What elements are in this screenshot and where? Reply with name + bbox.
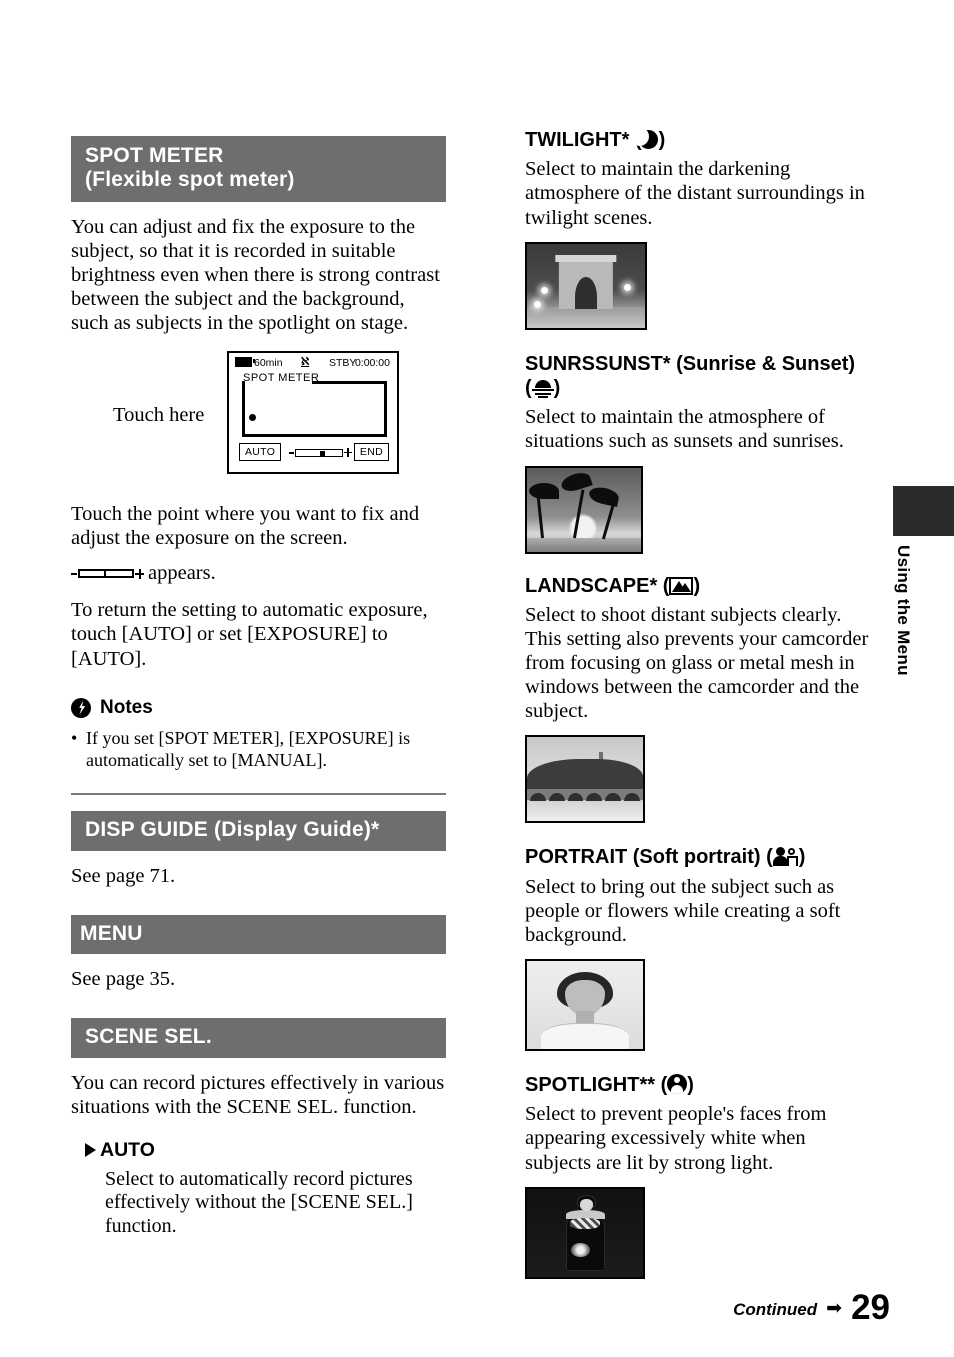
portrait-description: Select to bring out the subject such as … — [525, 875, 841, 946]
note-list-item: • If you set [SPOT METER], [EXPOSURE] is… — [71, 728, 446, 772]
spot-meter-heading-line2: (Flexible spot meter) — [85, 168, 295, 192]
section-header-menu: MENU — [71, 914, 446, 955]
auto-option-label: AUTO — [100, 1138, 155, 1161]
scene-entry-portrait: PORTRAIT (Soft portrait) () Select to br… — [525, 845, 870, 1051]
section-header-disp-guide: DISP GUIDE (Display Guide)* — [71, 811, 446, 851]
spotlight-description: Select to prevent people's faces from ap… — [525, 1103, 827, 1174]
appears-line: appears. — [71, 561, 446, 585]
touch-here-label: Touch here — [113, 404, 205, 427]
spot-meter-heading-line1: SPOT METER — [85, 144, 224, 167]
spotlight-title-text: SPOTLIGHT** ( — [525, 1073, 668, 1096]
scene-entry-spotlight: SPOTLIGHT** () Select to prevent people'… — [525, 1073, 870, 1279]
touch-point-dot — [249, 414, 256, 422]
section-header-scene-sel: SCENE SEL. — [71, 1018, 446, 1058]
spotlight-title: SPOTLIGHT** () — [525, 1073, 870, 1097]
spotlight-photo — [525, 1186, 645, 1279]
spot-meter-diagram: Touch here 60min ℵ STBY 0:00:00 SPOT MET… — [71, 351, 446, 491]
slider-track — [295, 449, 343, 458]
portrait-title-text: PORTRAIT (Soft portrait) ( — [525, 846, 773, 869]
horizontal-rule — [71, 793, 446, 796]
portrait-title-close: ) — [798, 846, 806, 869]
battery-time: 60min — [254, 357, 283, 370]
sunrise-sunset-title-open: ( — [525, 377, 532, 400]
spotlight-title-close: ) — [687, 1073, 694, 1096]
lcd-mode-label: SPOT METER — [243, 372, 320, 385]
bullet-icon: • — [71, 727, 78, 748]
moon-icon — [629, 127, 659, 149]
arrow-right-icon: ➡ — [826, 1298, 843, 1319]
menu-body: See page 35. — [71, 968, 176, 991]
scene-entry-twilight: TWILIGHT* () Select to maintain the dark… — [525, 127, 870, 330]
record-status: STBY — [329, 357, 357, 370]
landscape-title: LANDSCAPE* () — [525, 574, 870, 598]
sunrise-sunset-photo — [525, 465, 643, 554]
note-text: If you set [SPOT METER], [EXPOSURE] is a… — [86, 727, 411, 770]
exposure-slider-icon — [289, 448, 352, 459]
flash-bolt-icon — [71, 697, 91, 718]
lcd-end-button[interactable]: END — [353, 443, 389, 462]
auto-option-title: AUTO — [85, 1139, 446, 1162]
scene-sel-body: You can record pictures effectively in v… — [71, 1071, 445, 1118]
manual-page: SPOT METER (Flexible spot meter) You can… — [0, 0, 954, 1357]
sunrise-sunset-title: SUNRSSUNST* (Sunrise & Sunset) () — [525, 352, 870, 401]
lcd-auto-button[interactable]: AUTO — [239, 443, 282, 462]
twilight-photo — [525, 241, 647, 330]
landscape-photo — [525, 735, 645, 824]
sunrise-sunset-title-text: SUNRSSUNST* (Sunrise & Sunset) — [525, 352, 856, 375]
side-tab-block — [893, 486, 954, 536]
lcd-button-bar: AUTO END — [229, 442, 397, 468]
triangle-marker-icon — [85, 1143, 96, 1158]
landscape-title-text: LANDSCAPE* ( — [525, 574, 670, 597]
landscape-description: Select to shoot distant subjects clearly… — [525, 603, 869, 723]
scene-entry-sunrise-sunset: SUNRSSUNST* (Sunrise & Sunset) () Select… — [525, 352, 870, 554]
slider-thumb — [320, 450, 325, 456]
timecode: 0:00:00 — [354, 357, 390, 370]
section-header-spot-meter: SPOT METER (Flexible spot meter) — [71, 136, 446, 202]
disp-guide-body: See page 71. — [71, 864, 176, 887]
auto-option-body: Select to automatically record pictures … — [105, 1167, 413, 1237]
sunrise-sunset-title-close: ) — [553, 377, 561, 400]
page-number: 29 — [851, 1288, 890, 1327]
twilight-description: Select to maintain the darkening atmosph… — [525, 158, 865, 229]
lcd-frame-bottom — [242, 434, 387, 438]
scene-sel-auto-item: AUTO Select to automatically record pict… — [71, 1139, 446, 1239]
left-column: SPOT METER (Flexible spot meter) You can… — [71, 136, 446, 1238]
twilight-title-close: ) — [658, 129, 666, 151]
sunrise-sunset-description: Select to maintain the atmosphere of sit… — [525, 406, 844, 453]
portrait-title: PORTRAIT (Soft portrait) () — [525, 845, 870, 869]
menu-heading: MENU — [80, 921, 143, 945]
lcd-frame-top — [312, 381, 387, 385]
side-tab-label: Using the Menu — [894, 545, 913, 676]
lcd-screen-mockup: 60min ℵ STBY 0:00:00 SPOT METER AUTO END — [227, 351, 399, 475]
notes-heading: Notes — [71, 697, 446, 719]
twilight-title: TWILIGHT* () — [525, 127, 870, 152]
continued-label: Continued — [733, 1300, 818, 1319]
right-column: TWILIGHT* () Select to maintain the dark… — [525, 127, 870, 1283]
portrait-photo — [525, 958, 645, 1051]
spot-meter-return-text: To return the setting to automatic expos… — [71, 599, 428, 670]
disp-guide-heading: DISP GUIDE (Display Guide)* — [85, 818, 380, 842]
spot-meter-body: You can adjust and fix the exposure to t… — [71, 215, 440, 335]
lcd-frame-right — [384, 381, 387, 438]
scene-sel-heading: SCENE SEL. — [85, 1025, 212, 1049]
notes-label: Notes — [100, 696, 153, 718]
exposure-bar-icon — [71, 567, 145, 580]
scene-entry-landscape: LANDSCAPE* () Select to shoot distant su… — [525, 574, 870, 824]
plus-icon — [344, 448, 352, 458]
twilight-title-text: TWILIGHT* ( — [525, 129, 642, 151]
appears-text: appears. — [148, 562, 216, 585]
spot-meter-instruction: Touch the point where you want to fix an… — [71, 503, 420, 550]
tape-icon: ℵ — [301, 356, 310, 369]
landscape-icon — [669, 576, 694, 595]
battery-icon — [235, 357, 255, 368]
spotlight-icon — [667, 1073, 688, 1094]
lcd-status-bar: 60min ℵ STBY 0:00:00 — [235, 356, 391, 372]
portrait-icon — [772, 847, 799, 867]
page-footer: Continued ➡ 29 — [733, 1286, 890, 1325]
lcd-frame-left — [242, 381, 245, 438]
sunset-icon — [531, 380, 554, 398]
minus-icon — [289, 452, 294, 454]
landscape-title-close: ) — [693, 574, 701, 597]
